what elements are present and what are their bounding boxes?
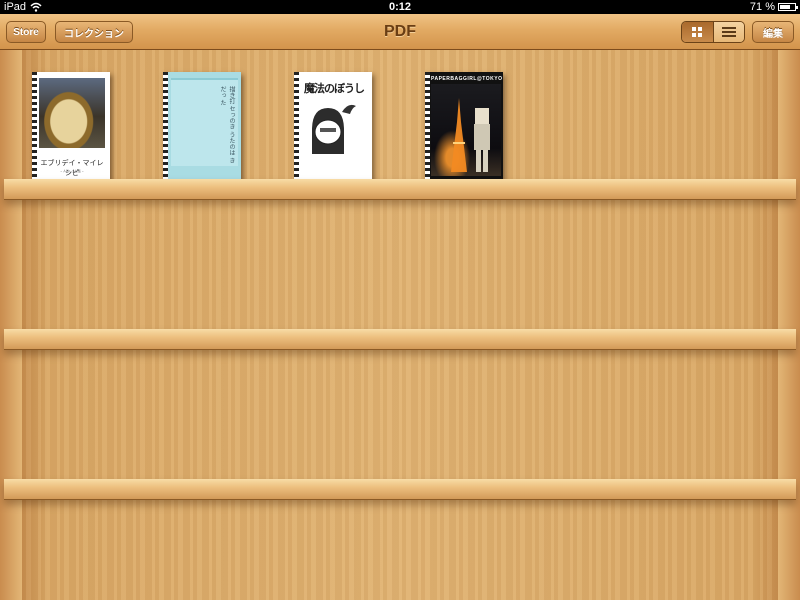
book-item[interactable]: 描き打 セっのき うたのは きだっ た — [163, 72, 241, 182]
book-title: 魔法のぼうし — [304, 82, 365, 95]
navigation-toolbar: PDF Store コレクション 編集 — [0, 14, 800, 50]
status-bar: iPad 0:12 71 % — [0, 0, 800, 14]
book-item[interactable]: 魔法のぼうし — [294, 72, 372, 182]
bookshelf: エブリデイ・マイレシピ ~ 人気レシピ集 ~ 描き打 セっのき うたのは きだっ… — [0, 50, 800, 600]
battery-icon — [778, 3, 798, 11]
cover-illustration — [312, 104, 356, 154]
shelf-side-right — [778, 50, 800, 600]
shelf-plank — [4, 329, 796, 350]
list-view-button[interactable] — [712, 22, 744, 42]
battery-percentage: 71 % — [749, 1, 775, 13]
grid-view-button[interactable] — [682, 22, 713, 42]
shelf-plank — [4, 179, 796, 200]
edit-button[interactable]: 編集 — [752, 21, 794, 43]
book-title: PAPERBAGGIRL@TOKYO — [431, 76, 503, 82]
book-item[interactable]: エブリデイ・マイレシピ ~ 人気レシピ集 ~ — [32, 72, 110, 182]
book-item[interactable]: PAPERBAGGIRL@TOKYO — [425, 72, 503, 182]
book-title: 描き打 セっのき うたのは きだっ た — [219, 86, 235, 164]
shelf-plank — [4, 479, 796, 500]
store-button[interactable]: Store — [6, 21, 46, 43]
cover-photo — [39, 78, 105, 148]
tokyo-tower-figure — [451, 98, 490, 172]
grid-icon — [692, 27, 703, 37]
list-icon — [721, 27, 736, 37]
book-title: エブリデイ・マイレシピ — [40, 160, 104, 177]
collections-button[interactable]: コレクション — [55, 21, 133, 43]
clock: 0:12 — [388, 1, 412, 13]
book-subtitle: ~ 人気レシピ集 ~ — [60, 169, 84, 173]
view-mode-toggle — [681, 21, 745, 43]
shelf-side-left — [0, 50, 22, 600]
